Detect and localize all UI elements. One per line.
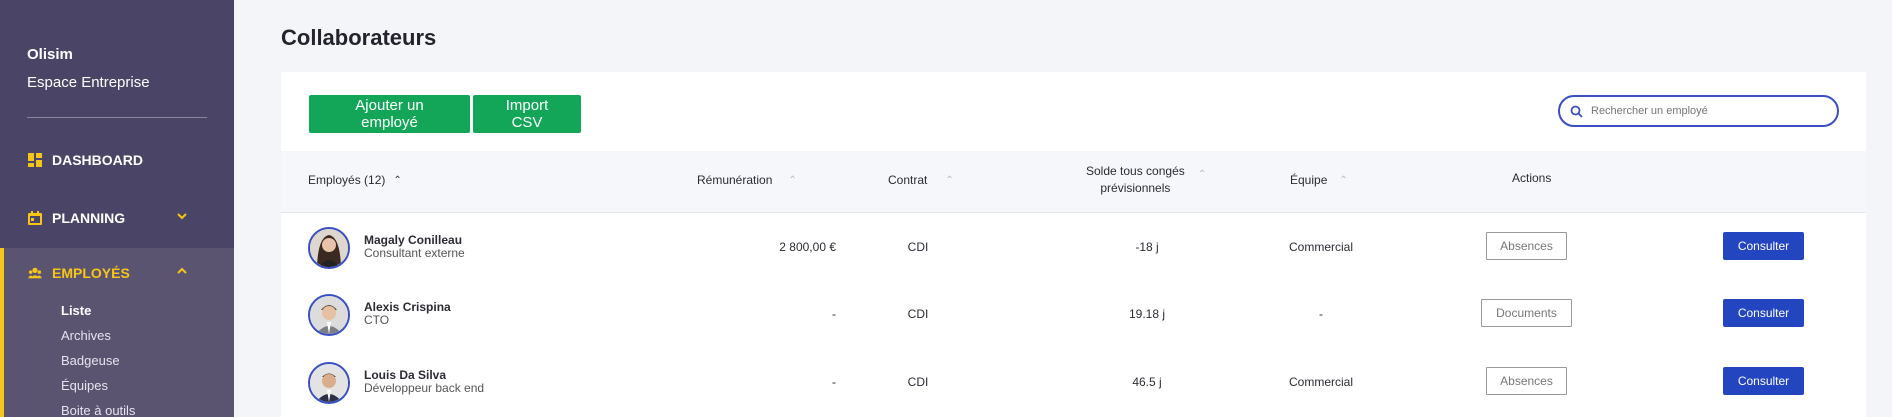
th-actions-label: Actions (1512, 171, 1552, 185)
nav-employees[interactable]: EMPLOYÉS (0, 248, 234, 298)
documents-button[interactable]: Documents (1481, 299, 1572, 327)
employee-name[interactable]: Louis Da Silva (364, 368, 446, 382)
employee-name[interactable]: Alexis Crispina (364, 300, 451, 314)
consult-button[interactable]: Consulter (1723, 232, 1804, 260)
remuneration-cell: - (832, 307, 836, 321)
nav-employees-label: EMPLOYÉS (52, 265, 130, 281)
sidebar-divider (27, 117, 207, 118)
employee-role: CTO (364, 313, 390, 327)
nav-planning-label: PLANNING (52, 210, 126, 226)
th-employees[interactable]: Employés (12) ⌃ (308, 173, 402, 187)
submenu-liste[interactable]: Liste (61, 303, 91, 318)
employee-role: Consultant externe (364, 246, 465, 260)
users-icon (28, 267, 42, 279)
sort-icon: ⌃ (945, 174, 954, 186)
th-contrat[interactable]: Contrat ⌃ (888, 173, 954, 187)
chevron-up-icon (177, 267, 187, 274)
leave-balance-cell: 19.18 j (1128, 307, 1166, 321)
table-header: Employés (12) ⌃ Rémunération ⌃ Contrat ⌃ So… (281, 151, 1866, 213)
leave-balance-cell: -18 j (1135, 240, 1159, 254)
search-box[interactable] (1558, 95, 1839, 127)
th-remuneration-label: Rémunération (697, 173, 773, 187)
search-input[interactable] (1591, 105, 1811, 117)
chevron-down-icon (177, 213, 187, 220)
remuneration-cell: - (832, 375, 836, 389)
th-contrat-label: Contrat (888, 173, 928, 187)
th-employees-label: Employés (12) (308, 173, 386, 187)
company-name: Olisim (27, 46, 73, 63)
th-remuneration[interactable]: Rémunération ⌃ (697, 173, 797, 187)
sort-icon[interactable]: ⌃ (1198, 169, 1206, 180)
page-title: Collaborateurs (281, 25, 437, 50)
sort-icon: ⌃ (788, 174, 797, 186)
team-cell: Commercial (1288, 240, 1353, 254)
contract-cell: CDI (907, 375, 929, 389)
employee-role: Développeur back end (364, 381, 485, 395)
th-actions: Actions (1512, 171, 1551, 185)
team-cell: - (1319, 307, 1323, 321)
import-csv-button[interactable]: Import CSV (473, 95, 581, 133)
th-solde[interactable]: Solde tous congés prévisionnels (1086, 164, 1185, 195)
sidebar: Olisim Espace Entreprise DASHBOARD PLANN… (0, 0, 234, 417)
th-solde-line2: prévisionnels (1100, 181, 1171, 195)
contract-cell: CDI (907, 240, 929, 254)
sort-up-icon: ⌃ (393, 174, 402, 186)
th-solde-line1: Solde tous congés (1086, 164, 1185, 178)
search-icon (1570, 105, 1583, 118)
nav-dashboard-label: DASHBOARD (52, 152, 143, 168)
leave-balance-cell: 46.5 j (1132, 375, 1162, 389)
consult-button[interactable]: Consulter (1723, 367, 1804, 395)
avatar (308, 294, 350, 336)
brand: Olisim Espace Entreprise (27, 46, 150, 91)
submenu-equipes[interactable]: Équipes (61, 378, 108, 393)
table-row: Alexis Crispina CTO - CDI 19.18 j - Docu… (281, 282, 1866, 349)
th-equipe[interactable]: Équipe ⌃ (1290, 173, 1348, 187)
absences-button[interactable]: Absences (1486, 232, 1567, 260)
avatar (308, 362, 350, 404)
calendar-icon (28, 211, 42, 225)
team-cell: Commercial (1288, 375, 1353, 389)
sort-icon: ⌃ (1339, 174, 1348, 186)
contract-cell: CDI (907, 307, 929, 321)
nav-employees-section: EMPLOYÉS Liste Archives Badgeuse Équipes… (0, 248, 234, 417)
consult-button[interactable]: Consulter (1723, 299, 1804, 327)
nav-dashboard[interactable]: DASHBOARD (0, 135, 234, 185)
add-employee-button[interactable]: Ajouter un employé (309, 95, 470, 133)
remuneration-cell: 2 800,00 € (779, 240, 836, 254)
avatar (308, 227, 350, 269)
dashboard-icon (28, 153, 42, 167)
employees-card: Ajouter un employé Import CSV Employés (… (281, 72, 1866, 417)
submenu-archives[interactable]: Archives (61, 328, 111, 343)
workspace-name: Espace Entreprise (27, 74, 150, 91)
submenu-badgeuse[interactable]: Badgeuse (61, 353, 120, 368)
employee-name[interactable]: Magaly Conilleau (364, 233, 462, 247)
nav-planning[interactable]: PLANNING (0, 193, 234, 243)
th-equipe-label: Équipe (1290, 173, 1328, 187)
submenu-boite-outils[interactable]: Boite à outils (61, 403, 135, 417)
absences-button[interactable]: Absences (1486, 367, 1567, 395)
table-row: Louis Da Silva Développeur back end - CD… (281, 350, 1866, 417)
table-row: Magaly Conilleau Consultant externe 2 80… (281, 214, 1866, 281)
